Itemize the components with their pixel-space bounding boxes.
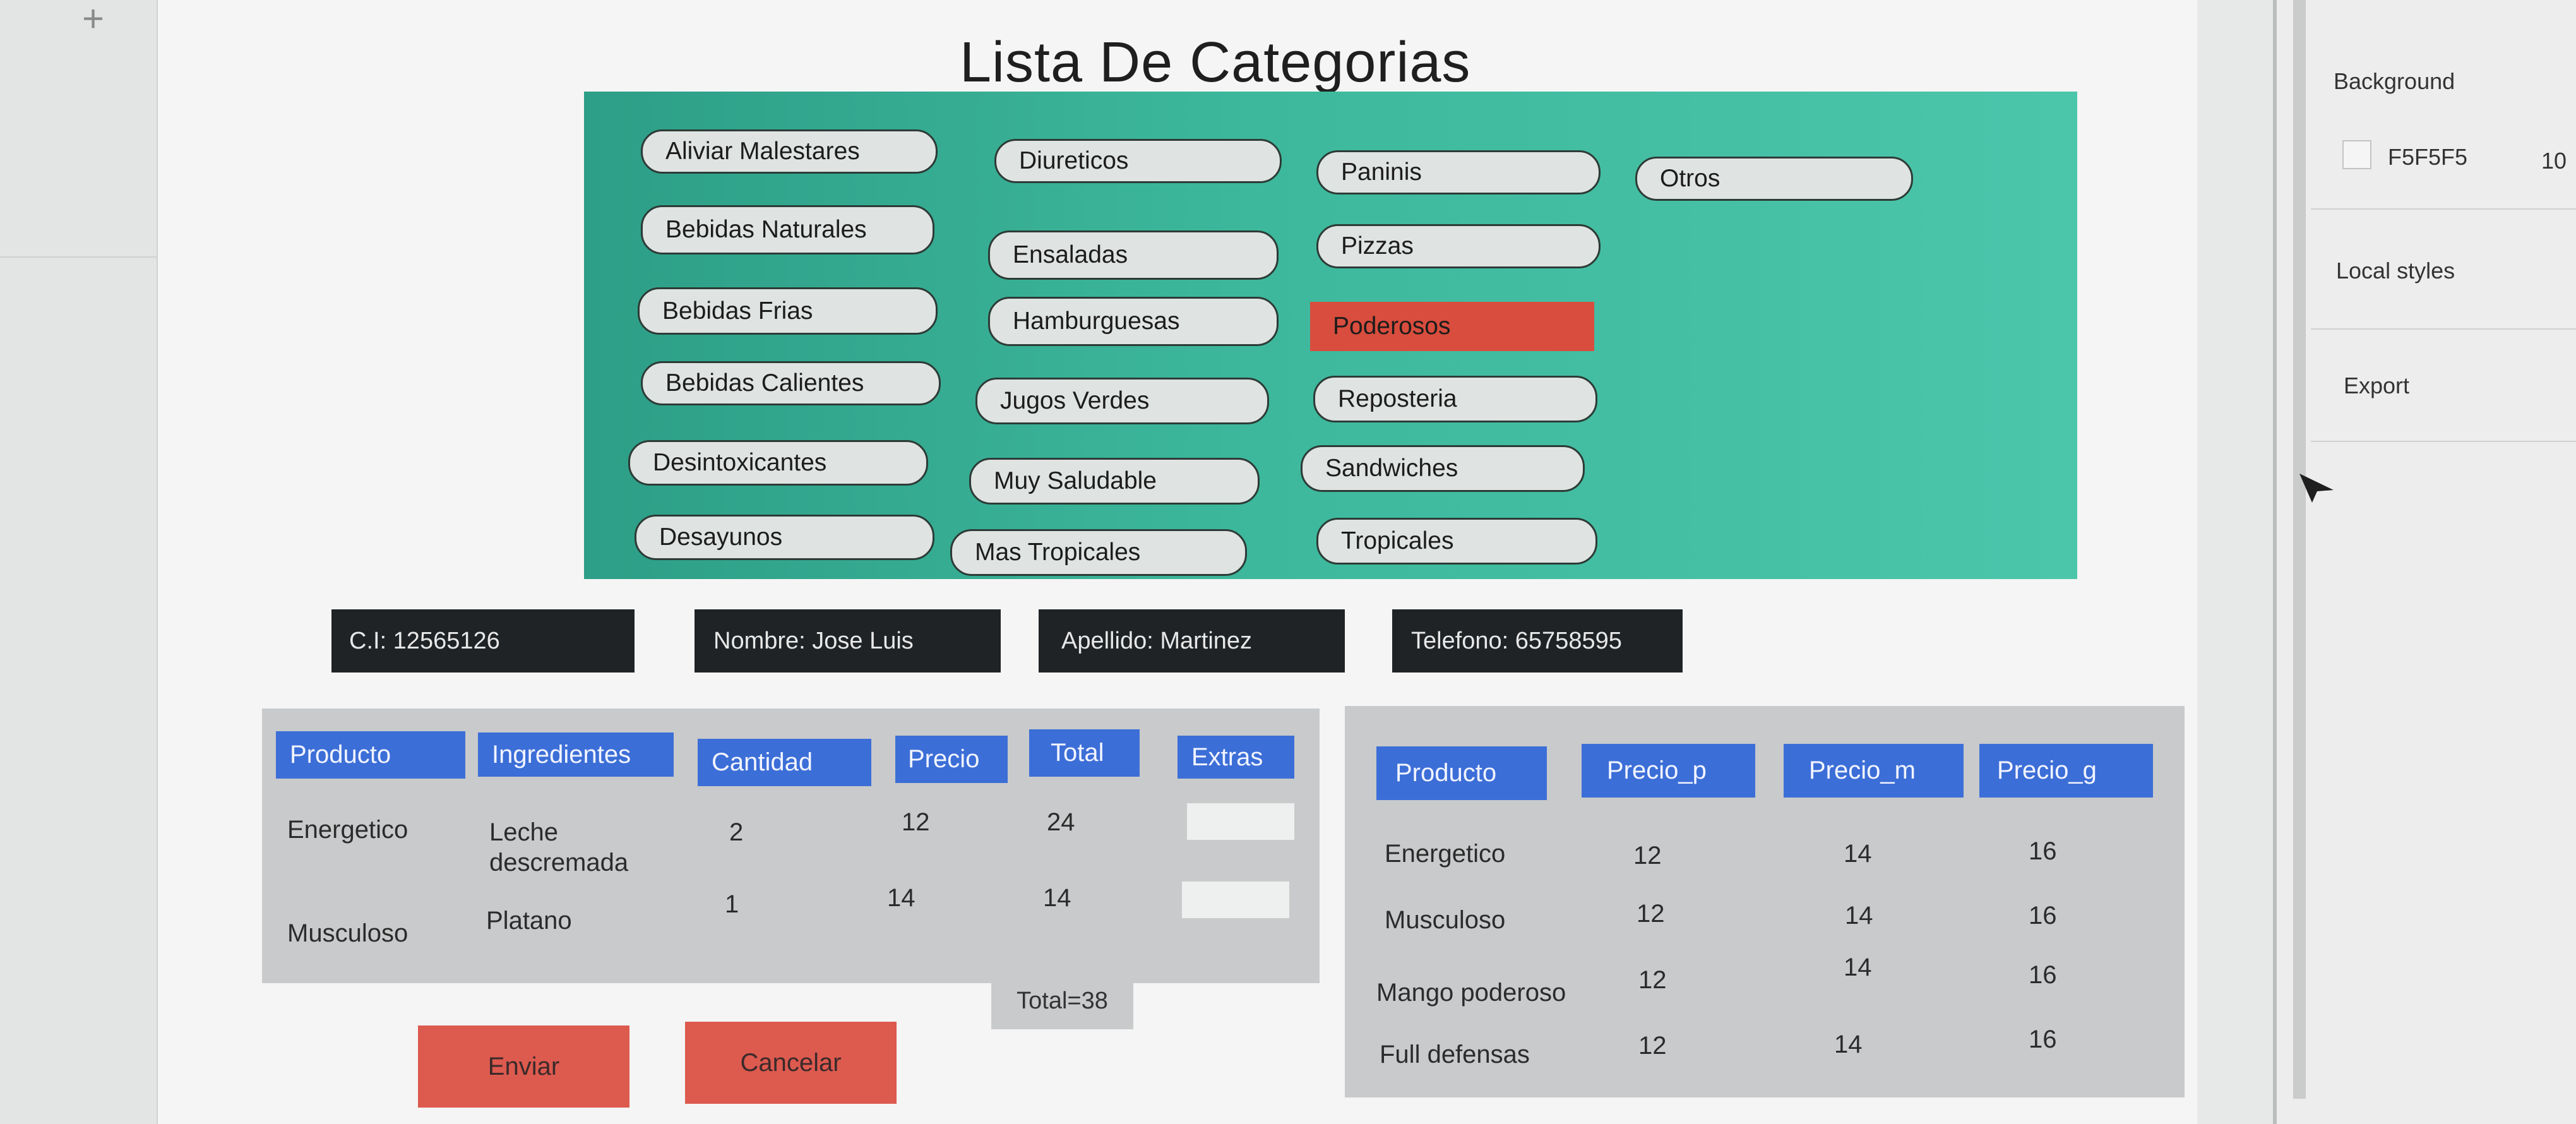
order-header-cantidad: Cantidad xyxy=(698,739,871,786)
panel-scrollbar[interactable] xyxy=(2293,0,2306,1099)
divider xyxy=(0,256,158,258)
order-cell-precio: 14 xyxy=(887,884,915,912)
enviar-button[interactable]: Enviar xyxy=(418,1025,629,1108)
order-cell-precio: 12 xyxy=(902,808,930,836)
order-cell-ingredientes: Leche xyxy=(489,818,558,846)
category-otros[interactable]: Otros xyxy=(1635,157,1913,201)
category-bebidas-naturales[interactable]: Bebidas Naturales xyxy=(641,205,934,254)
order-grand-total: Total=38 xyxy=(991,972,1133,1029)
price-cell-producto: Energetico xyxy=(1385,840,1506,868)
category-desintoxicantes[interactable]: Desintoxicantes xyxy=(628,440,928,486)
category-reposteria[interactable]: Reposteria xyxy=(1313,376,1597,422)
cursor-icon xyxy=(2299,474,2334,503)
background-label: Background xyxy=(2334,68,2455,94)
category-diureticos[interactable]: Diureticos xyxy=(994,139,1282,183)
customer-ci: C.I: 12565126 xyxy=(331,609,635,673)
category-muy-saludable[interactable]: Muy Saludable xyxy=(969,458,1260,505)
order-header-extras: Extras xyxy=(1178,736,1294,779)
price-header-precio-p: Precio_p xyxy=(1582,744,1755,798)
category-desayunos[interactable]: Desayunos xyxy=(635,515,934,560)
price-cell-precio-g: 16 xyxy=(2029,837,2057,865)
price-cell-precio-p: 12 xyxy=(1638,966,1667,994)
divider xyxy=(2311,328,2576,330)
editor-left-strip xyxy=(0,0,158,1124)
order-cell-total: 14 xyxy=(1043,884,1071,912)
price-cell-precio-p: 12 xyxy=(1637,900,1665,928)
background-hex-value[interactable]: F5F5F5 xyxy=(2388,144,2467,170)
price-header-precio-g: Precio_g xyxy=(1979,744,2153,798)
add-icon[interactable]: + xyxy=(82,0,104,38)
customer-apellido: Apellido: Martinez xyxy=(1039,609,1345,673)
price-cell-precio-p: 12 xyxy=(1638,1032,1667,1060)
order-cell-ingredientes: descremada xyxy=(489,849,629,876)
category-aliviar-malestares[interactable]: Aliviar Malestares xyxy=(641,129,938,174)
price-header-producto: Producto xyxy=(1376,746,1547,800)
category-paninis[interactable]: Paninis xyxy=(1316,150,1601,194)
cancelar-button[interactable]: Cancelar xyxy=(685,1022,897,1104)
price-cell-producto: Full defensas xyxy=(1380,1041,1530,1068)
customer-nombre: Nombre: Jose Luis xyxy=(695,609,1001,673)
price-cell-precio-m: 14 xyxy=(1844,840,1872,868)
order-header-total: Total xyxy=(1029,729,1140,777)
category-ensaladas[interactable]: Ensaladas xyxy=(988,230,1279,280)
order-header-producto: Producto xyxy=(276,731,465,779)
price-header-precio-m: Precio_m xyxy=(1784,744,1964,798)
price-cell-producto: Musculoso xyxy=(1385,906,1506,934)
customer-telefono: Telefono: 65758595 xyxy=(1392,609,1683,673)
category-jugos-verdes[interactable]: Jugos Verdes xyxy=(975,378,1269,424)
price-cell-producto: Mango poderoso xyxy=(1376,979,1566,1007)
divider xyxy=(2311,441,2576,442)
category-pizzas[interactable]: Pizzas xyxy=(1316,224,1601,268)
local-styles-label[interactable]: Local styles xyxy=(2336,258,2455,284)
price-cell-precio-g: 16 xyxy=(2029,902,2057,930)
order-header-precio: Precio xyxy=(895,736,1008,783)
order-extras-field[interactable] xyxy=(1182,882,1289,918)
category-hamburguesas[interactable]: Hamburguesas xyxy=(988,297,1279,346)
price-cell-precio-g: 16 xyxy=(2029,961,2057,989)
category-sandwiches[interactable]: Sandwiches xyxy=(1301,445,1585,492)
export-label[interactable]: Export xyxy=(2344,373,2409,399)
category-mas-tropicales[interactable]: Mas Tropicales xyxy=(950,529,1247,576)
category-bebidas-frias[interactable]: Bebidas Frias xyxy=(638,287,938,335)
price-cell-precio-g: 16 xyxy=(2029,1025,2057,1053)
order-cell-cantidad: 2 xyxy=(729,818,744,846)
category-poderosos[interactable]: Poderosos xyxy=(1310,302,1594,351)
price-cell-precio-m: 14 xyxy=(1844,954,1872,981)
price-cell-precio-m: 14 xyxy=(1834,1031,1863,1058)
category-tropicales[interactable]: Tropicales xyxy=(1316,518,1597,565)
category-bebidas-calientes[interactable]: Bebidas Calientes xyxy=(641,361,941,405)
divider xyxy=(2311,208,2576,210)
order-cell-cantidad: 1 xyxy=(725,890,739,918)
order-cell-producto: Energetico xyxy=(287,816,408,844)
order-cell-producto: Musculoso xyxy=(287,919,408,947)
order-cell-ingredientes: Platano xyxy=(486,907,572,935)
order-header-ingredientes: Ingredientes xyxy=(478,732,674,777)
order-extras-field[interactable] xyxy=(1187,803,1294,840)
background-opacity-value[interactable]: 10 xyxy=(2541,148,2567,174)
order-cell-total: 24 xyxy=(1047,808,1075,836)
price-cell-precio-p: 12 xyxy=(1633,842,1662,870)
background-color-swatch[interactable] xyxy=(2342,140,2371,169)
price-cell-precio-m: 14 xyxy=(1845,902,1873,930)
page-title: Lista De Categorias xyxy=(960,31,1471,94)
